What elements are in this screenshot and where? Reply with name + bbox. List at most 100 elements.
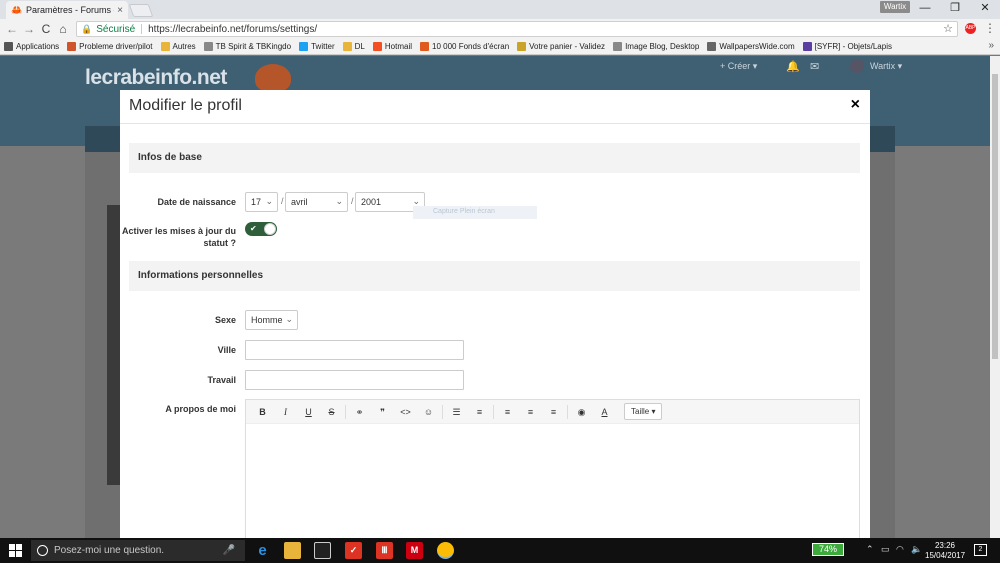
- page-scrollbar[interactable]: [990, 56, 1000, 538]
- bookmark-item[interactable]: Twitter: [299, 42, 335, 51]
- chrome-menu-icon[interactable]: ⋮: [984, 21, 996, 35]
- preview-eye-icon[interactable]: ◉: [570, 403, 593, 421]
- align-center-icon[interactable]: ≡: [519, 403, 542, 421]
- reload-button[interactable]: C: [38, 21, 54, 37]
- toolbar-divider: [567, 404, 568, 419]
- restore-button[interactable]: ❐: [940, 0, 970, 19]
- birth-day-select[interactable]: 17 ⌄: [245, 192, 278, 212]
- tray-chevron-icon[interactable]: ⌃: [866, 544, 874, 555]
- bullet-list-icon[interactable]: ☰: [445, 403, 468, 421]
- bookmark-item[interactable]: TB Spirit & TBKingdo: [203, 42, 291, 51]
- action-center-icon[interactable]: 2: [974, 544, 987, 556]
- close-window-button[interactable]: ✕: [970, 0, 1000, 19]
- browser-toolbar: ← → C ⌂ 🔒 Sécurisé https://lecrabeinfo.n…: [0, 19, 1000, 39]
- bookmark-icon: [203, 42, 213, 51]
- lock-icon: 🔒: [81, 23, 93, 34]
- windows-start-icon[interactable]: [9, 544, 22, 557]
- smiley-icon[interactable]: ☺: [417, 403, 440, 421]
- bookmarks-overflow-icon[interactable]: »: [988, 40, 994, 51]
- birthdate-label: Date de naissance: [157, 197, 236, 207]
- bell-icon[interactable]: 🔔: [786, 60, 800, 73]
- adblock-extension-icon[interactable]: ABP: [965, 23, 976, 34]
- font-size-dropdown[interactable]: Taille ▾: [624, 403, 663, 420]
- wifi-icon[interactable]: ◠: [896, 544, 904, 555]
- url-text[interactable]: https://lecrabeinfo.net/forums/settings/: [148, 24, 317, 35]
- profile-chip[interactable]: Wartix: [880, 1, 910, 13]
- red-app-icon[interactable]: Ⅲ: [376, 542, 393, 559]
- bold-button[interactable]: B: [251, 403, 274, 421]
- underline-button[interactable]: U: [297, 403, 320, 421]
- home-button[interactable]: ⌂: [55, 21, 71, 37]
- quote-icon[interactable]: ❞: [371, 403, 394, 421]
- minimize-button[interactable]: —: [910, 0, 940, 19]
- bookmark-item[interactable]: Probleme driver/pilot: [67, 42, 153, 51]
- bookmark-icon: [67, 42, 77, 51]
- microphone-icon[interactable]: 🎤: [223, 545, 235, 556]
- city-label: Ville: [217, 345, 236, 355]
- numbered-list-icon[interactable]: ≡: [468, 403, 491, 421]
- birth-month-select[interactable]: avril ⌄: [285, 192, 348, 212]
- pdf-app-icon[interactable]: ✓: [345, 542, 362, 559]
- battery-tray-icon[interactable]: ▭: [881, 544, 890, 555]
- job-input[interactable]: [245, 370, 464, 390]
- bookmark-star-icon[interactable]: ☆: [943, 22, 953, 35]
- section-basic-info: Infos de base: [129, 143, 860, 173]
- browser-tab[interactable]: 🦀 Paramètres - Forums du ×: [6, 1, 128, 19]
- volume-icon[interactable]: 🔈: [911, 544, 922, 555]
- taskbar-clock[interactable]: 23:26 15/04/2017: [925, 541, 965, 561]
- section-personal-info: Informations personnelles: [129, 261, 860, 291]
- checkmark-icon: ✔: [250, 224, 257, 233]
- site-favicon-icon: 🦀: [11, 5, 23, 15]
- mcafee-icon[interactable]: M: [406, 542, 423, 559]
- status-updates-toggle[interactable]: ✔: [245, 222, 277, 236]
- bookmark-item[interactable]: Autres: [160, 42, 196, 51]
- bookmarks-bar: Applications Probleme driver/pilot Autres T…: [0, 39, 1000, 55]
- link-icon[interactable]: ⚭: [348, 403, 371, 421]
- file-explorer-icon[interactable]: [284, 542, 301, 559]
- chevron-down-icon: ⌄: [285, 314, 293, 324]
- bookmark-item[interactable]: Votre panier - Validez: [517, 42, 605, 51]
- site-logo[interactable]: lecrabeinfo.net: [85, 66, 227, 90]
- edge-icon[interactable]: e: [254, 542, 271, 559]
- bookmark-item[interactable]: Applications: [4, 42, 59, 51]
- scrollbar-thumb[interactable]: [992, 74, 998, 359]
- bookmark-icon: [4, 42, 13, 51]
- text-color-icon[interactable]: A: [593, 403, 616, 421]
- code-icon[interactable]: <>: [394, 403, 417, 421]
- omnibox-divider: [141, 24, 143, 34]
- sex-select[interactable]: Homme ⌄: [245, 310, 298, 330]
- bookmark-icon: [342, 42, 352, 51]
- bookmark-item[interactable]: Hotmail: [372, 42, 412, 51]
- battery-indicator[interactable]: 74%: [812, 543, 844, 556]
- city-input[interactable]: [245, 340, 464, 360]
- tab-close-icon[interactable]: ×: [117, 5, 123, 16]
- bookmark-icon: [299, 42, 309, 51]
- align-right-icon[interactable]: ≡: [542, 403, 565, 421]
- bookmark-item[interactable]: DL: [342, 42, 365, 51]
- bookmark-item[interactable]: 10 000 Fonds d'écran: [420, 42, 509, 51]
- clock-time: 23:26: [934, 541, 956, 550]
- chrome-icon[interactable]: [437, 542, 454, 559]
- back-button[interactable]: ←: [4, 21, 20, 37]
- modal-close-button[interactable]: ×: [851, 96, 860, 114]
- bookmark-item[interactable]: WallpapersWide.com: [707, 42, 795, 51]
- create-menu[interactable]: + Créer ▾: [720, 61, 757, 72]
- cortana-search[interactable]: Posez-moi une question. 🎤: [31, 540, 245, 561]
- bookmark-label: Probleme driver/pilot: [79, 42, 153, 51]
- about-editor[interactable]: B I U S ⚭ ❞ <> ☺ ☰ ≡ ≡ ≡ ≡ ◉ A Taille ▾: [245, 399, 860, 538]
- align-left-icon[interactable]: ≡: [496, 403, 519, 421]
- forward-button[interactable]: →: [21, 21, 37, 37]
- user-menu[interactable]: Wartix ▾: [870, 61, 902, 72]
- new-tab-button[interactable]: [128, 4, 154, 17]
- mail-icon[interactable]: ✉: [810, 60, 819, 73]
- bookmark-icon: [160, 42, 170, 51]
- bookmark-item[interactable]: Image Blog, Desktop: [613, 42, 699, 51]
- avatar[interactable]: [850, 59, 864, 73]
- toggle-knob: [264, 223, 276, 235]
- store-icon[interactable]: [314, 542, 331, 559]
- address-bar[interactable]: 🔒 Sécurisé https://lecrabeinfo.net/forum…: [76, 21, 958, 37]
- italic-button[interactable]: I: [274, 403, 297, 421]
- strikethrough-button[interactable]: S: [320, 403, 343, 421]
- birth-year-value: 2001: [361, 197, 382, 207]
- bookmark-item[interactable]: [SYFR] - Objets/Lapis: [802, 42, 892, 51]
